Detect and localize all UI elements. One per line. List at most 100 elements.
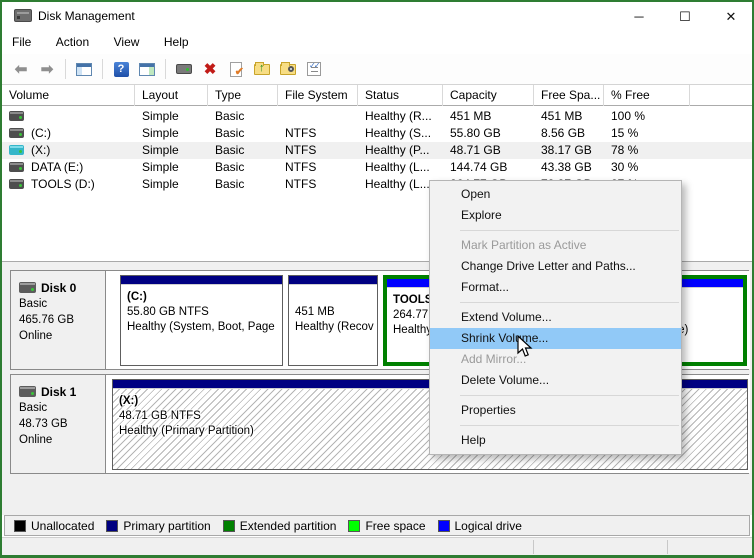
check-document-icon[interactable]: ✔	[225, 59, 247, 79]
unallocated-swatch	[14, 520, 26, 532]
disk-1-tile[interactable]: Disk 1 Basic 48.73 GB Online	[11, 375, 106, 473]
table-row-selected[interactable]: (X:) Simple Basic NTFS Healthy (P... 48.…	[2, 142, 752, 159]
header-volume[interactable]: Volume	[2, 85, 135, 106]
menu-item-help[interactable]: Help	[430, 430, 681, 451]
status-divider	[533, 540, 534, 554]
disk-name: Disk 1	[41, 385, 76, 399]
legend-label: Free space	[365, 519, 425, 533]
device-properties-icon[interactable]	[173, 59, 195, 79]
cell-layout: Simple	[135, 109, 208, 125]
menu-separator	[460, 395, 679, 396]
header-layout[interactable]: Layout	[135, 85, 208, 106]
partition-status: Healthy (System, Boot, Page	[127, 320, 282, 335]
volume-icon	[9, 179, 24, 189]
explore-folder-icon[interactable]	[277, 59, 299, 79]
cell-type: Basic	[208, 160, 278, 176]
minimize-button[interactable]: ─	[616, 2, 662, 31]
partition-name: (C:)	[127, 290, 282, 305]
forward-icon[interactable]: ➡	[36, 59, 58, 79]
menu-item-delete-volume[interactable]: Delete Volume...	[430, 370, 681, 391]
disk-name: Disk 0	[41, 281, 76, 295]
legend-primary-partition: Primary partition	[106, 519, 210, 533]
table-row[interactable]: (C:) Simple Basic NTFS Healthy (S... 55.…	[2, 125, 752, 142]
toolbar-separator	[165, 59, 166, 79]
cell-free: 451 MB	[534, 109, 604, 125]
disk-status: Online	[19, 328, 105, 344]
menu-item-explore[interactable]: Explore	[430, 205, 681, 226]
legend-label: Logical drive	[455, 519, 522, 533]
cell-pfree: 78 %	[604, 143, 690, 159]
menu-file[interactable]: File	[2, 31, 41, 54]
cell-fs: NTFS	[278, 160, 358, 176]
header-file-system[interactable]: File System	[278, 85, 358, 106]
legend-logical-drive: Logical drive	[438, 519, 522, 533]
header-capacity[interactable]: Capacity	[443, 85, 534, 106]
header-type[interactable]: Type	[208, 85, 278, 106]
status-divider	[667, 540, 668, 554]
cell-fs: NTFS	[278, 126, 358, 142]
header-filler	[690, 85, 751, 106]
cell-pfree: 30 %	[604, 160, 690, 176]
cell-fs: NTFS	[278, 177, 358, 193]
task-list-icon[interactable]	[303, 59, 325, 79]
close-button[interactable]: ✕	[708, 2, 754, 31]
disk-management-window: Disk Management ─ ☐ ✕ File Action View H…	[0, 0, 754, 558]
cell-layout: Simple	[135, 160, 208, 176]
menu-item-shrink-volume[interactable]: Shrink Volume...	[430, 328, 681, 349]
cell-capacity: 144.74 GB	[443, 160, 534, 176]
primary-partition-band	[289, 276, 377, 285]
cell-fs: NTFS	[278, 143, 358, 159]
show-console-tree-icon[interactable]	[73, 59, 95, 79]
free-space-swatch	[348, 520, 360, 532]
header-status[interactable]: Status	[358, 85, 443, 106]
partition-status: Healthy (Recov	[295, 320, 377, 335]
partition-name	[295, 290, 377, 305]
menu-item-properties[interactable]: Properties	[430, 400, 681, 421]
cell-layout: Simple	[135, 126, 208, 142]
disk-size: 48.73 GB	[19, 416, 105, 432]
disk-status: Online	[19, 432, 105, 448]
menu-item-format[interactable]: Format...	[430, 277, 681, 298]
partition-recovery[interactable]: 451 MB Healthy (Recov	[288, 275, 378, 366]
table-row[interactable]: DATA (E:) Simple Basic NTFS Healthy (L..…	[2, 159, 752, 176]
legend-label: Extended partition	[240, 519, 337, 533]
cell-pfree: 100 %	[604, 109, 690, 125]
logical-drive-swatch	[438, 520, 450, 532]
show-action-pane-icon[interactable]	[136, 59, 158, 79]
disk-type: Basic	[19, 296, 105, 312]
volume-name: DATA (E:)	[31, 160, 83, 174]
cell-capacity: 55.80 GB	[443, 126, 534, 142]
delete-icon[interactable]: ✖	[199, 59, 221, 79]
header-percent-free[interactable]: % Free	[604, 85, 690, 106]
cell-type: Basic	[208, 143, 278, 159]
table-row[interactable]: Simple Basic Healthy (R... 451 MB 451 MB…	[2, 108, 752, 125]
volume-icon	[9, 111, 24, 121]
app-icon	[14, 9, 32, 22]
cell-free: 43.38 GB	[534, 160, 604, 176]
cell-status: Healthy (R...	[358, 109, 443, 125]
open-folder-icon[interactable]: ↑	[251, 59, 273, 79]
disk-0-tile[interactable]: Disk 0 Basic 465.76 GB Online	[11, 271, 106, 369]
menu-item-open[interactable]: Open	[430, 184, 681, 205]
status-bar	[2, 537, 752, 555]
context-menu: Open Explore Mark Partition as Active Ch…	[429, 180, 682, 455]
menu-bar: File Action View Help	[2, 31, 752, 54]
disk-icon	[19, 386, 36, 397]
header-free-space[interactable]: Free Spa...	[534, 85, 604, 106]
partition-c[interactable]: (C:) 55.80 GB NTFS Healthy (System, Boot…	[120, 275, 283, 366]
volume-list-header: Volume Layout Type File System Status Ca…	[2, 85, 752, 106]
disk-type: Basic	[19, 400, 105, 416]
menu-view[interactable]: View	[104, 31, 150, 54]
title-bar: Disk Management ─ ☐ ✕	[2, 2, 752, 31]
volume-name: (X:)	[31, 143, 50, 157]
back-icon[interactable]: ⬅	[10, 59, 32, 79]
help-icon[interactable]: ?	[110, 59, 132, 79]
menu-help[interactable]: Help	[154, 31, 199, 54]
menu-item-change-drive-letter[interactable]: Change Drive Letter and Paths...	[430, 256, 681, 277]
primary-partition-swatch	[106, 520, 118, 532]
menu-item-extend-volume[interactable]: Extend Volume...	[430, 307, 681, 328]
legend-extended-partition: Extended partition	[223, 519, 337, 533]
menu-action[interactable]: Action	[46, 31, 99, 54]
maximize-button[interactable]: ☐	[662, 2, 708, 31]
volume-name: (C:)	[31, 126, 51, 140]
